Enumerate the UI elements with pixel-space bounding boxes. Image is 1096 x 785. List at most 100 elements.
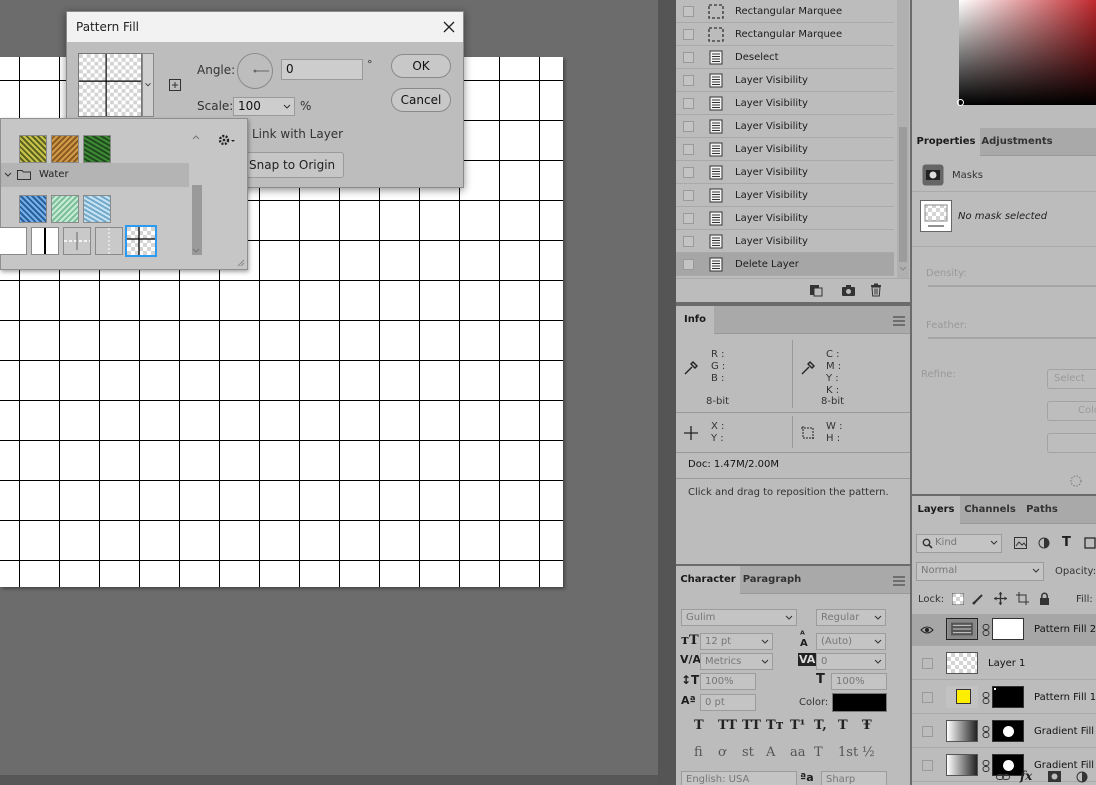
layer-thumbnail[interactable] (946, 652, 978, 674)
lock-artboard-icon[interactable] (1016, 592, 1029, 605)
gear-icon[interactable] (217, 133, 237, 147)
style_buttons-button[interactable]: T¹ (790, 718, 805, 733)
layer-row[interactable]: Layer 1 (912, 648, 1096, 680)
opentype_buttons-button[interactable]: ơ (718, 745, 726, 760)
style_buttons-button[interactable]: T (694, 718, 704, 733)
style_buttons-button[interactable]: TT (742, 718, 761, 733)
pattern-swatch-water-1[interactable] (19, 195, 47, 223)
gradient-fill-icon[interactable] (946, 720, 978, 742)
font-family-select[interactable]: Gulim (681, 609, 797, 626)
close-icon[interactable] (439, 17, 459, 37)
pattern-swatch-vertical-line[interactable] (31, 227, 59, 255)
opentype_buttons-button[interactable]: st (742, 745, 754, 760)
tab-info[interactable]: Info (676, 306, 714, 334)
horizontal-scrollbar[interactable] (0, 775, 658, 785)
font-style-select[interactable]: Regular (816, 609, 886, 626)
tab-layers[interactable]: Layers (912, 496, 960, 524)
text-color-swatch[interactable] (832, 693, 887, 712)
pattern-swatch-water-3[interactable] (83, 195, 111, 223)
camera-icon[interactable] (841, 284, 856, 297)
shape-filter-icon[interactable] (1084, 537, 1096, 549)
selection-from-mask-icon[interactable] (1069, 474, 1083, 488)
pattern-swatch-grid-selected[interactable] (125, 225, 157, 257)
opentype_buttons-button[interactable]: aa (790, 745, 806, 760)
new-document-from-state-icon[interactable] (809, 284, 823, 297)
layer-mask-thumbnail[interactable] (992, 720, 1024, 742)
baseline-shift-input[interactable]: 0 pt (700, 694, 756, 711)
style_buttons-button[interactable]: T, (814, 718, 827, 733)
language-select[interactable]: English: USA (681, 771, 797, 785)
pattern-swatch-sand[interactable] (51, 135, 79, 163)
image-filter-icon[interactable] (1014, 537, 1027, 549)
snapshot-checkbox[interactable] (683, 6, 694, 17)
layer-name[interactable]: Layer 1 (988, 658, 1025, 669)
dialog-title-bar[interactable]: Pattern Fill (67, 12, 463, 42)
lock-all-icon[interactable] (1039, 592, 1050, 605)
vertical-scale-input[interactable]: 100% (700, 673, 756, 690)
layer-mask-thumbnail[interactable] (992, 618, 1024, 640)
chain-link-icon[interactable] (982, 624, 990, 636)
layer-name[interactable]: Gradient Fill 3 (1034, 726, 1096, 737)
chevron-down-icon[interactable] (899, 265, 907, 273)
history-item[interactable]: Layer Visibility (676, 115, 894, 138)
tab-paragraph[interactable]: Paragraph (740, 566, 804, 594)
tab-paths[interactable]: Paths (1020, 496, 1064, 524)
color-fill-icon[interactable] (946, 686, 978, 708)
snapshot-checkbox[interactable] (683, 190, 694, 201)
pattern-swatch[interactable] (78, 53, 142, 117)
history-item[interactable]: Rectangular Marquee (676, 0, 894, 23)
pattern-folder-water[interactable]: Water (1, 163, 189, 187)
kerning-select[interactable]: Metrics (700, 653, 773, 670)
feather-slider[interactable] (928, 337, 1096, 339)
pattern-swatch-dashed[interactable] (63, 227, 91, 255)
snapshot-checkbox[interactable] (683, 259, 694, 270)
trash-icon[interactable] (870, 283, 882, 297)
pattern-dropdown-button[interactable] (142, 53, 154, 117)
snapshot-checkbox[interactable] (683, 121, 694, 132)
history-item[interactable]: Layer Visibility (676, 207, 894, 230)
pattern-swatch-dotted[interactable] (95, 227, 123, 255)
chevron-down-icon[interactable] (191, 247, 201, 255)
scale-input[interactable]: 100 (233, 97, 295, 116)
history-item[interactable]: Layer Visibility (676, 161, 894, 184)
new-fill-adjustment-icon[interactable] (1076, 771, 1088, 783)
ok-button[interactable]: OK (391, 54, 451, 78)
snapshot-checkbox[interactable] (683, 52, 694, 63)
lock-transparency-icon[interactable] (952, 593, 964, 605)
opentype_buttons-button[interactable]: A (766, 745, 775, 760)
scrollbar-thumb[interactable] (899, 127, 907, 262)
pattern-swatch-grass[interactable] (83, 135, 111, 163)
invert-button[interactable] (1047, 433, 1096, 453)
pattern-swatch-moss[interactable] (19, 135, 47, 163)
resize-grip-icon[interactable] (235, 257, 245, 267)
visibility-toggle[interactable] (922, 692, 933, 703)
opentype_buttons-button[interactable]: T (814, 745, 823, 760)
history-item[interactable]: Layer Visibility (676, 138, 894, 161)
history-scrollbar[interactable] (897, 0, 909, 278)
chevron-up-icon[interactable] (191, 133, 201, 141)
add-mask-icon[interactable] (1048, 771, 1061, 782)
history-item[interactable]: Rectangular Marquee (676, 23, 894, 46)
chevron-down-icon[interactable] (3, 170, 13, 180)
chevron-down-icon[interactable] (282, 102, 292, 112)
layer-mask-thumbnail[interactable] (992, 686, 1024, 708)
history-item[interactable]: Deselect (676, 46, 894, 69)
angle-dial[interactable] (237, 53, 273, 89)
pattern-swatch-plain[interactable] (0, 227, 27, 255)
opentype_buttons-button[interactable]: 1st (838, 745, 858, 760)
tab-adjustments[interactable]: Adjustments (980, 128, 1054, 156)
link-with-layer-label[interactable]: Link with Layer (252, 127, 343, 141)
chain-link-icon[interactable] (982, 726, 990, 738)
density-slider[interactable] (928, 285, 1096, 287)
snapshot-checkbox[interactable] (683, 167, 694, 178)
layer-row[interactable]: Gradient Fill 3 (912, 716, 1096, 748)
style_buttons-button[interactable]: TT (718, 718, 737, 733)
history-item[interactable]: Layer Visibility (676, 69, 894, 92)
tab-properties[interactable]: Properties (912, 128, 980, 156)
tracking-select[interactable]: 0 (816, 653, 886, 670)
mask-thumbnail[interactable] (920, 200, 952, 232)
layer-filter-kind[interactable]: Kind (916, 534, 1002, 553)
layer-name[interactable]: Pattern Fill 1 (1034, 692, 1096, 703)
tab-channels[interactable]: Channels (960, 496, 1020, 524)
visibility-toggle[interactable] (922, 658, 933, 669)
